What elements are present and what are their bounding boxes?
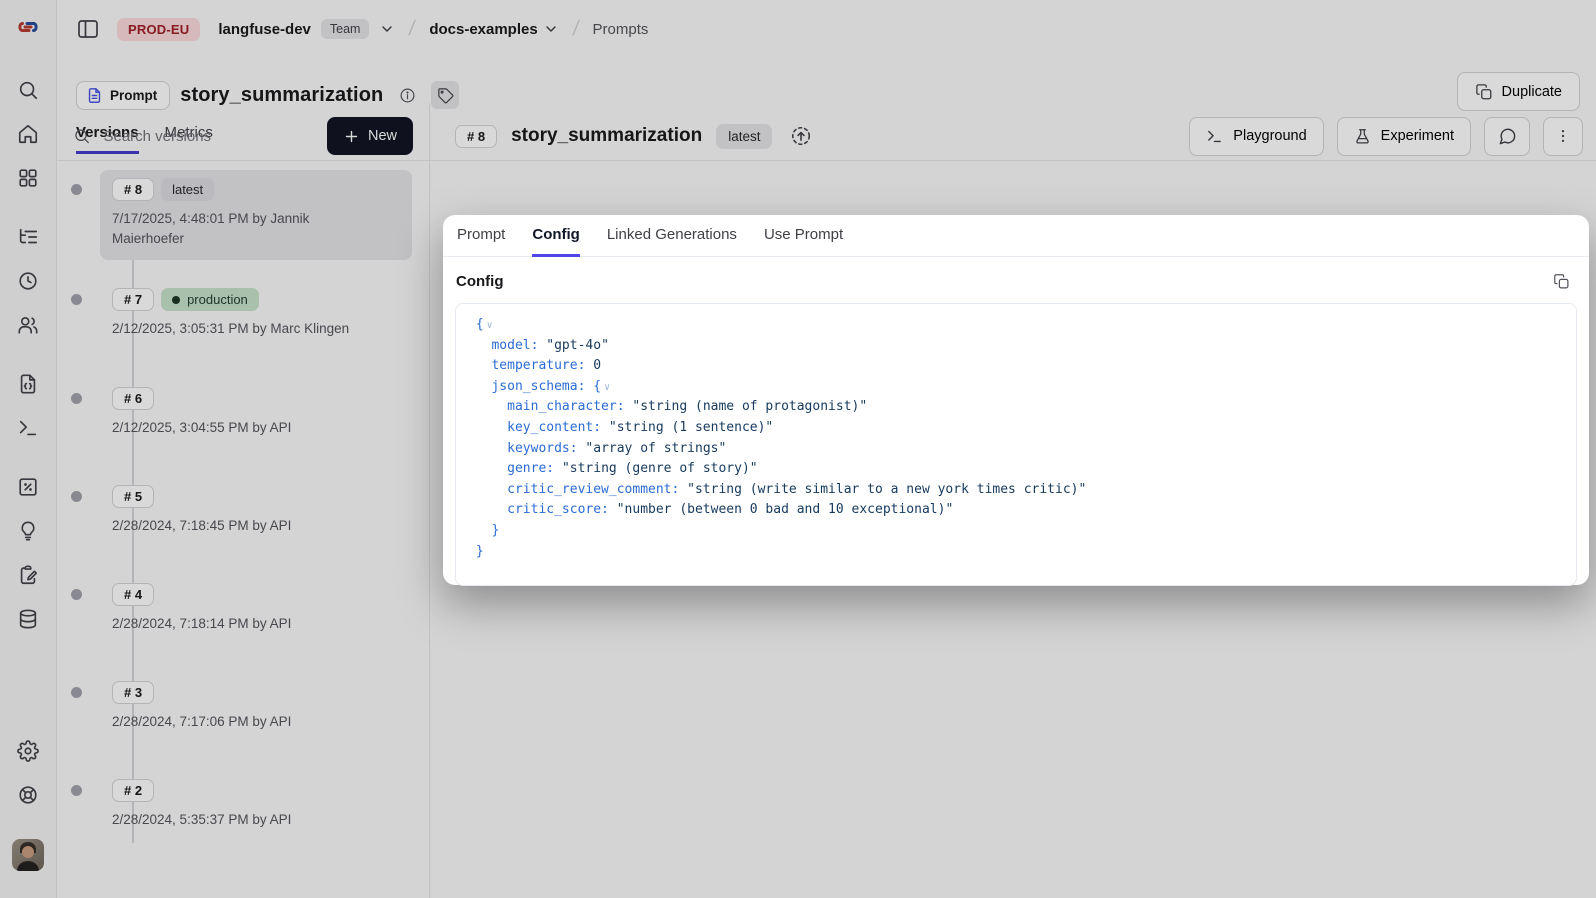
json-value: "string (1 sentence)" [609, 420, 773, 435]
json-value: "string (name of protagonist)" [632, 399, 867, 414]
json-brace: { [476, 317, 484, 332]
json-line: temperature: 0 [468, 356, 1564, 377]
json-value: "gpt-4o" [546, 338, 609, 353]
json-line: critic_score: "number (between 0 bad and… [468, 500, 1564, 521]
copy-icon [1553, 273, 1570, 290]
collapse-chevron-icon[interactable]: ∨ [484, 320, 493, 331]
json-key: key_content: [507, 420, 601, 435]
json-line: {∨ [468, 315, 1564, 336]
config-section-title: Config [456, 273, 503, 290]
json-key: genre: [507, 461, 554, 476]
json-key: temperature: [491, 358, 585, 373]
json-value: "number (between 0 bad and 10 exceptiona… [617, 502, 954, 517]
json-key: json_schema: [491, 379, 585, 394]
json-brace: } [491, 523, 499, 538]
json-key: critic_score: [507, 502, 609, 517]
json-key: main_character: [507, 399, 624, 414]
config-json-viewer[interactable]: {∨ model: "gpt-4o" temperature: 0 json_s… [455, 303, 1577, 586]
json-line: main_character: "string (name of protago… [468, 397, 1564, 418]
json-value: 0 [593, 358, 601, 373]
json-brace: { [593, 379, 601, 394]
copy-config-button[interactable] [1547, 267, 1575, 295]
detail-tab[interactable]: Config [532, 215, 579, 257]
version-detail-card: Prompt Config Linked Generations Use Prompt… [443, 215, 1589, 585]
json-brace: } [476, 544, 484, 559]
json-value: "array of strings" [585, 441, 726, 456]
json-line: } [468, 542, 1564, 563]
json-line: model: "gpt-4o" [468, 336, 1564, 357]
detail-tab[interactable]: Prompt [457, 215, 505, 257]
json-line: genre: "string (genre of story)" [468, 459, 1564, 480]
detail-tab[interactable]: Linked Generations [607, 215, 737, 257]
detail-tab[interactable]: Use Prompt [764, 215, 843, 257]
json-key: keywords: [507, 441, 577, 456]
json-line: keywords: "array of strings" [468, 439, 1564, 460]
detail-tabs: Prompt Config Linked Generations Use Prompt [443, 215, 1589, 257]
collapse-chevron-icon[interactable]: ∨ [601, 382, 610, 393]
json-value: "string (genre of story)" [562, 461, 758, 476]
json-key: critic_review_comment: [507, 482, 679, 497]
json-line: key_content: "string (1 sentence)" [468, 418, 1564, 439]
json-line: critic_review_comment: "string (write si… [468, 480, 1564, 501]
json-line: } [468, 521, 1564, 542]
json-line: json_schema: {∨ [468, 377, 1564, 398]
json-key: model: [491, 338, 538, 353]
json-value: "string (write similar to a new york tim… [687, 482, 1086, 497]
